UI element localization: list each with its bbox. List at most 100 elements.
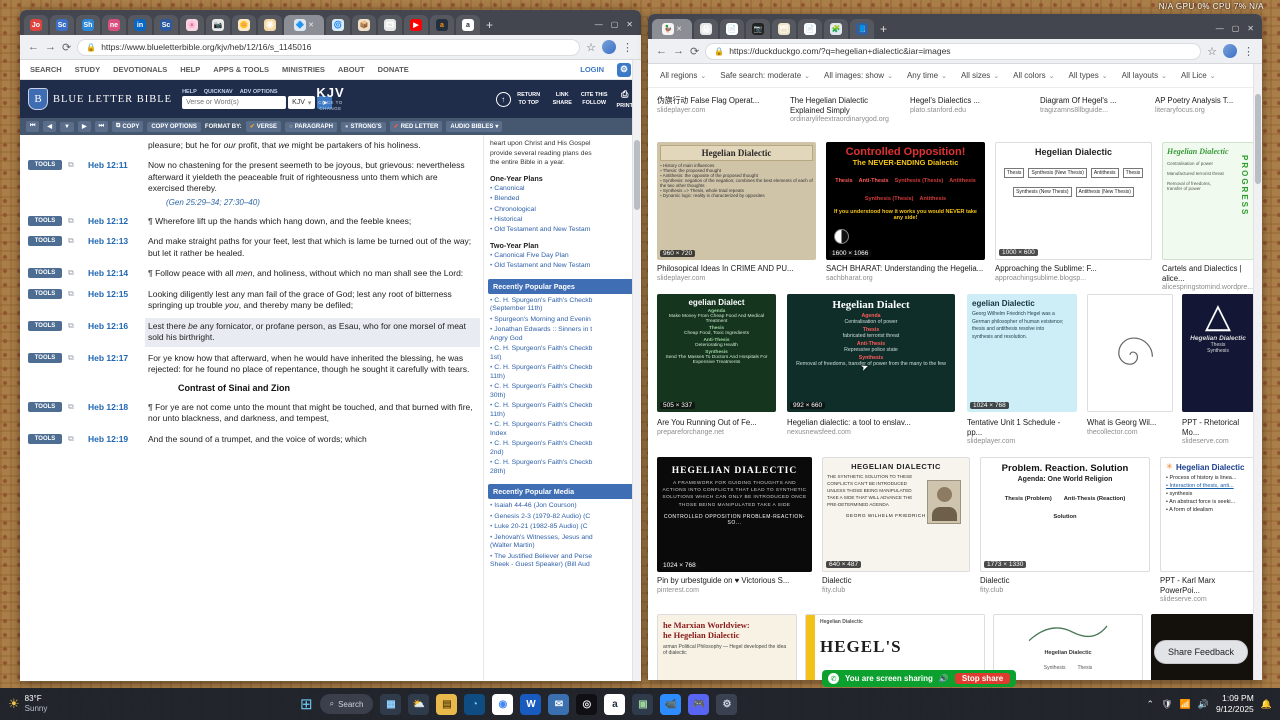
search-filter[interactable]: All colors ⌄ bbox=[1013, 71, 1054, 80]
image-result[interactable]: he Marxian Worldview: he Hegelian Dialect… bbox=[657, 614, 797, 680]
back-icon[interactable]: ← bbox=[28, 41, 39, 53]
browser-tab[interactable]: ▶ bbox=[404, 15, 428, 35]
popular-page-link[interactable]: C. H. Spurgeon's Faith's Checkb11th) bbox=[490, 402, 631, 419]
browser-tab[interactable]: 📦 bbox=[352, 15, 376, 35]
plan-link[interactable]: Old Testament and New Testam bbox=[490, 226, 631, 234]
image-result-caption[interactable]: The Hegelian Dialectic Explained Simply o… bbox=[790, 96, 902, 125]
browser-tab[interactable]: Jo bbox=[24, 15, 48, 35]
search-filter[interactable]: All Lice ⌄ bbox=[1181, 71, 1216, 80]
image-result-caption[interactable]: Philosopical Ideas In CRIME AND PU... sli… bbox=[657, 264, 816, 283]
left-url-field[interactable]: 🔒 https://www.blueletterbible.org/kjv/he… bbox=[77, 38, 581, 56]
header-link-adv-options[interactable]: ADV OPTIONS bbox=[240, 89, 278, 95]
reload-icon[interactable]: ⟳ bbox=[62, 41, 71, 54]
browser-tab[interactable]: in bbox=[128, 15, 152, 35]
right-scrollbar[interactable] bbox=[1253, 64, 1262, 680]
image-result[interactable]: Controlled Opposition! The NEVER-ENDING D… bbox=[826, 142, 985, 260]
image-result-caption[interactable]: Hegelian dialectic: a tool to enslav... n… bbox=[787, 418, 955, 437]
tab-close-icon[interactable]: ✕ bbox=[308, 21, 314, 29]
taskbar-photos-icon[interactable]: ▣ bbox=[632, 693, 654, 715]
image-result[interactable]: HEGELIAN DIALECTIC A FRAMEWORK FOR GUIDIN… bbox=[657, 457, 812, 572]
image-result[interactable]: Hegelian Dialectic Synthesis Thesis bbox=[993, 614, 1143, 680]
tab-close-icon[interactable]: ✕ bbox=[676, 25, 682, 33]
popular-page-link[interactable]: C. H. Spurgeon's Faith's Checkb(Septembe… bbox=[490, 297, 631, 314]
image-result[interactable]: egelian Dialect Agenda Make Money From Che… bbox=[657, 294, 776, 412]
popular-page-link[interactable]: Jonathan Edwards :: Sinners in tAngry Go… bbox=[490, 326, 631, 343]
verse-ref-link[interactable]: Heb 12:18 bbox=[88, 402, 142, 412]
image-result[interactable]: egelian Dialectic Georg Wilhelm Friedrich… bbox=[967, 294, 1077, 412]
current-version[interactable]: KJV CLICK TO CHANGE bbox=[316, 85, 344, 111]
format-paragraph-toggle[interactable]: ○ PARAGRAPH bbox=[285, 121, 337, 132]
image-result-caption[interactable]: What is Georg Wil... thecollector.com bbox=[1087, 418, 1173, 437]
tray-security-icon[interactable]: 🛡 bbox=[1161, 699, 1172, 710]
format-verse-toggle[interactable]: ✔ VERSE bbox=[245, 121, 282, 132]
tools-button[interactable]: TOOLS bbox=[28, 401, 62, 412]
verse-ref-link[interactable]: Heb 12:13 bbox=[88, 236, 142, 246]
popular-media-link[interactable]: Luke 20-21 (1982-85 Audio) (C bbox=[490, 523, 631, 531]
start-button[interactable]: ⊞ bbox=[300, 695, 313, 713]
gear-icon[interactable]: ⚙ bbox=[617, 62, 631, 77]
bookmark-star-icon[interactable]: ☆ bbox=[586, 41, 596, 54]
maximize-button[interactable]: ▢ bbox=[611, 20, 619, 29]
popular-media-link[interactable]: The Justified Believer and PerseSheek - … bbox=[490, 553, 631, 570]
audio-bibles-button[interactable]: AUDIO BIBLES ▾ bbox=[446, 121, 503, 132]
next-chapter-button[interactable]: ▶ bbox=[77, 121, 91, 132]
copy-icon[interactable]: ⧉ bbox=[68, 216, 82, 226]
bookmark-star-icon[interactable]: ☆ bbox=[1207, 45, 1217, 58]
image-result[interactable]: HEGELIAN DIALECTIC THE SYNTHETIC SOLUTION… bbox=[822, 457, 970, 572]
image-result-caption[interactable]: Diagram Of Hegel's ... tragizamns8llbguid… bbox=[1040, 96, 1148, 115]
clock[interactable]: 1:09 PM 9/12/2025 bbox=[1216, 693, 1254, 714]
popular-media-link[interactable]: Jehovah's Witnesses, Jesus and(Walter Ma… bbox=[490, 534, 631, 551]
tools-button[interactable]: TOOLS bbox=[28, 268, 62, 279]
tools-button[interactable]: TOOLS bbox=[28, 433, 62, 444]
browser-menu-icon[interactable]: ⋮ bbox=[622, 41, 633, 54]
profile-avatar[interactable] bbox=[602, 40, 616, 54]
first-chapter-button[interactable]: ⏮ bbox=[26, 121, 40, 132]
copy-icon[interactable]: ⧉ bbox=[68, 289, 82, 299]
nav-item-search[interactable]: SEARCH bbox=[30, 65, 62, 74]
tray-network-icon[interactable]: 📶 bbox=[1180, 699, 1191, 710]
image-result[interactable]: Hegelian Dialectic Centralisation of powe… bbox=[1162, 142, 1254, 260]
return-to-top-button[interactable]: ↑ RETURN TO TOP bbox=[495, 91, 544, 108]
verse-ref-link[interactable]: Heb 12:15 bbox=[88, 289, 142, 299]
jump-button[interactable]: ▼ bbox=[60, 121, 74, 132]
plan-link[interactable]: Canonical bbox=[490, 185, 631, 193]
tools-button[interactable]: TOOLS bbox=[28, 288, 62, 299]
popular-page-link[interactable]: C. H. Spurgeon's Faith's Checkb28th) bbox=[490, 459, 631, 476]
taskbar-widgets-icon[interactable]: ⛅ bbox=[408, 693, 430, 715]
login-link[interactable]: LOGIN bbox=[580, 65, 604, 74]
red-letter-toggle[interactable]: ✔ RED LETTER bbox=[389, 121, 443, 132]
popular-page-link[interactable]: C. H. Spurgeon's Faith's CheckbIndex bbox=[490, 421, 631, 438]
image-result[interactable] bbox=[1087, 294, 1173, 412]
search-filter[interactable]: All regions ⌄ bbox=[660, 71, 706, 80]
image-result-caption[interactable]: Dialectic fity.club bbox=[980, 576, 1150, 595]
plan-link[interactable]: Historical bbox=[490, 216, 631, 224]
popular-page-link[interactable]: Spurgeon's Morning and Evenin bbox=[490, 316, 631, 324]
left-scrollbar[interactable] bbox=[632, 60, 641, 681]
taskbar-zoom-icon[interactable]: 📹 bbox=[660, 693, 682, 715]
copy-icon[interactable]: ⧉ bbox=[68, 268, 82, 278]
nav-item-study[interactable]: STUDY bbox=[75, 65, 100, 74]
nav-item-about[interactable]: ABOUT bbox=[338, 65, 365, 74]
browser-tab[interactable]: 🗂 bbox=[772, 19, 796, 39]
popular-media-link[interactable]: Isaiah 44-46 (Jon Courson) bbox=[490, 502, 631, 510]
browser-tab[interactable]: Sh bbox=[76, 15, 100, 35]
blb-logo[interactable]: B BLUE LETTER BIBLE bbox=[28, 88, 172, 110]
scrollbar-thumb[interactable] bbox=[1255, 94, 1261, 184]
header-link-help[interactable]: HELP bbox=[182, 89, 197, 95]
image-result-caption[interactable]: AP Poetry Analysis T... literaryfocus.org bbox=[1155, 96, 1254, 115]
verse-search-input[interactable] bbox=[182, 96, 287, 109]
new-tab-button[interactable]: + bbox=[880, 22, 887, 36]
browser-tab[interactable]: 🏵 bbox=[258, 15, 282, 35]
share-feedback-button[interactable]: Share Feedback bbox=[1153, 640, 1248, 664]
browser-tab[interactable]: Sc bbox=[154, 15, 178, 35]
popular-page-link[interactable]: C. H. Spurgeon's Faith's Checkb11th) bbox=[490, 364, 631, 381]
taskbar-file-explorer-icon[interactable]: ▤ bbox=[436, 693, 458, 715]
browser-tab[interactable]: 🌀 bbox=[326, 15, 350, 35]
browser-tab[interactable]: 📄 bbox=[798, 19, 822, 39]
minimize-button[interactable]: — bbox=[595, 20, 603, 29]
browser-tab[interactable]: 🌸 bbox=[180, 15, 204, 35]
verse-ref-link[interactable]: Heb 12:17 bbox=[88, 353, 142, 363]
taskbar-search[interactable]: ⌕ Search bbox=[319, 694, 374, 714]
plan-link[interactable]: Blended bbox=[490, 195, 631, 203]
image-result-caption[interactable]: 伪旗行动 False Flag Operat... slideplayer.com bbox=[657, 96, 782, 115]
